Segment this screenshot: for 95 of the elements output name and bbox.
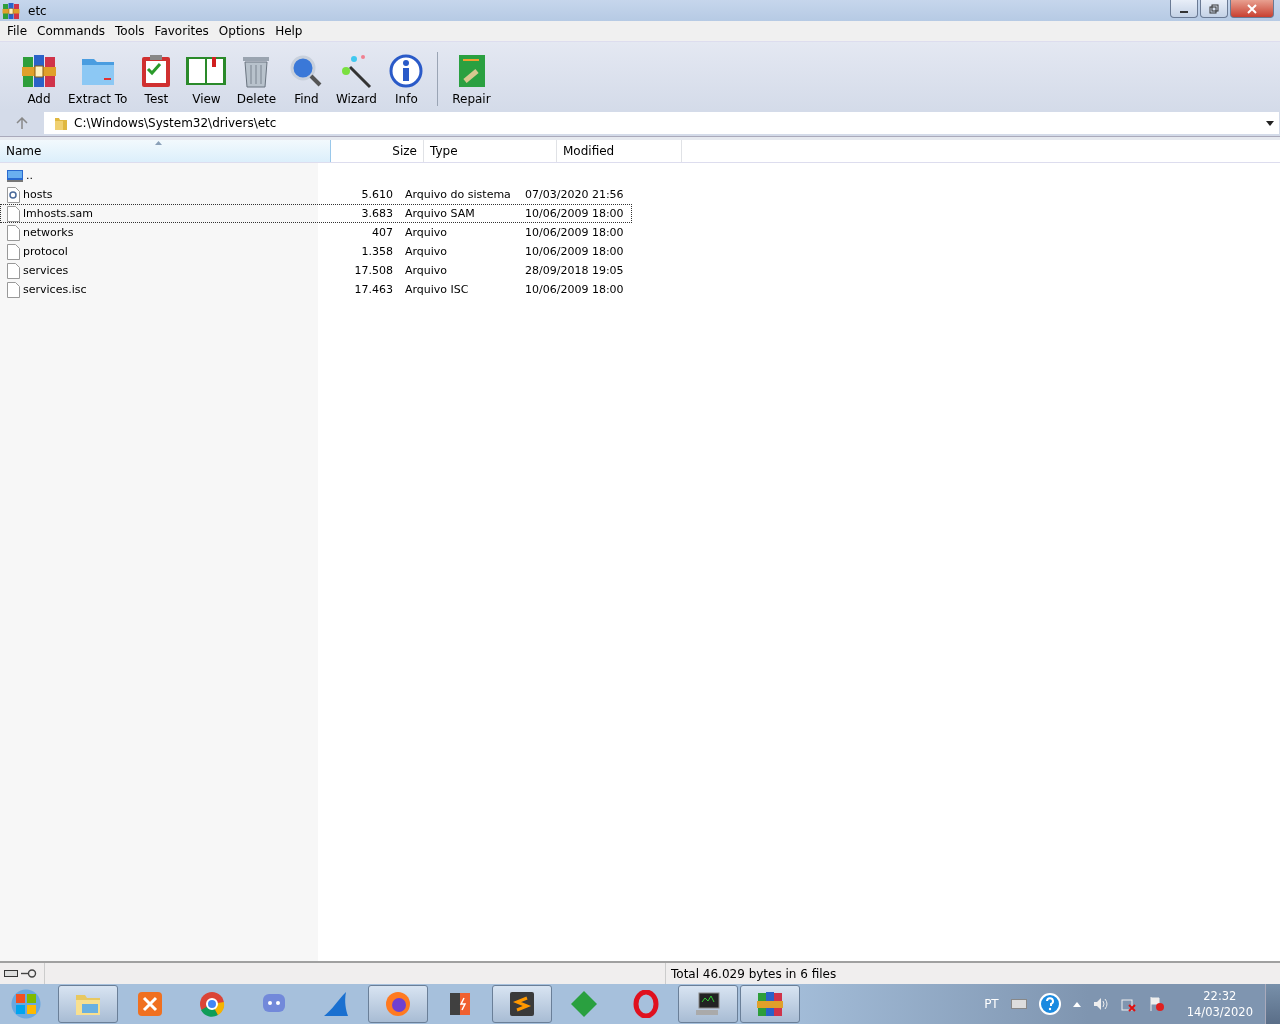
blank-document-icon <box>7 205 20 222</box>
close-icon <box>1246 3 1258 14</box>
menu-item[interactable]: Commands <box>32 24 111 38</box>
file-type: Arquivo <box>405 226 448 239</box>
file-modified: 10/06/2009 18:00 <box>525 245 624 258</box>
speaker-icon[interactable] <box>1092 997 1109 1011</box>
toolbar-button[interactable]: Delete <box>231 52 282 106</box>
file-type: Arquivo SAM <box>405 207 475 220</box>
menu-item[interactable]: File <box>2 24 33 38</box>
address-field[interactable]: C:\Windows\System32\drivers\etc <box>44 112 1279 134</box>
file-size: 17.508 <box>354 264 393 277</box>
sort-arrow-icon <box>155 141 162 145</box>
file-row[interactable]: networks 407 Arquivo 10/06/2009 18:00 <box>0 223 632 242</box>
file-row[interactable]: hosts 5.610 Arquivo do sistema 07/03/2020 21:56 <box>0 185 632 204</box>
blank-document-icon <box>7 262 20 279</box>
flag-error-icon[interactable] <box>1148 996 1165 1012</box>
toolbar-button[interactable]: Test <box>131 52 182 106</box>
toolbar-button[interactable]: Add <box>14 52 64 106</box>
file-name: lmhosts.sam <box>23 207 93 220</box>
file-row[interactable]: .. <box>0 166 632 185</box>
close-button[interactable] <box>1230 0 1274 18</box>
browser-icon <box>198 990 226 1018</box>
file-size: 407 <box>372 226 393 239</box>
blank-document-icon <box>7 281 20 298</box>
toolbar-button[interactable]: Wizard <box>331 52 382 106</box>
restore-button[interactable] <box>1200 0 1228 18</box>
file-row[interactable]: services 17.508 Arquivo 28/09/2018 19:05 <box>0 261 632 280</box>
file-type: Arquivo ISC <box>405 283 469 296</box>
column-header[interactable]: Type <box>424 140 557 162</box>
file-name: services.isc <box>23 283 87 296</box>
column-header[interactable]: Name <box>0 140 331 162</box>
window-title: etc <box>28 3 47 18</box>
file-name: hosts <box>23 188 53 201</box>
info-icon <box>388 52 425 90</box>
monitor-icon <box>694 990 722 1018</box>
network-error-icon[interactable] <box>1120 996 1137 1012</box>
file-modified: 28/09/2018 19:05 <box>525 264 624 277</box>
windows-logo-icon <box>13 991 39 1017</box>
drive-icon <box>4 970 18 977</box>
monitor-folder-icon <box>7 168 23 183</box>
restore-icon <box>1209 3 1219 14</box>
menu-item[interactable]: Help <box>270 24 308 38</box>
toolbar-button[interactable]: Repair <box>446 52 497 106</box>
file-name: .. <box>26 169 33 182</box>
blank-document-icon <box>7 243 20 260</box>
file-name: networks <box>23 226 74 239</box>
caret-up-icon[interactable] <box>1072 1001 1081 1007</box>
app-logo-icon <box>136 990 164 1018</box>
toolbar-button[interactable]: View <box>181 52 232 106</box>
file-row[interactable]: protocol 1.358 Arquivo 10/06/2009 18:00 <box>0 242 632 261</box>
books-archive-icon <box>2 1 20 20</box>
file-modified: 10/06/2009 18:00 <box>525 226 624 239</box>
file-row[interactable]: lmhosts.sam 3.683 Arquivo SAM 10/06/2009 18:00 <box>0 204 632 223</box>
file-type: Arquivo do sistema <box>405 188 511 201</box>
menu-item[interactable]: Options <box>213 24 271 38</box>
diamond-icon <box>570 990 598 1018</box>
editor-logo-icon <box>508 990 536 1018</box>
file-name: protocol <box>23 245 68 258</box>
file-modified: 07/03/2020 21:56 <box>525 188 624 201</box>
file-size: 5.610 <box>361 188 393 201</box>
column-header[interactable]: Modified <box>557 140 682 162</box>
time-text: 22:32 <box>1203 988 1237 1004</box>
minimize-button[interactable] <box>1170 0 1198 18</box>
ring-logo-icon <box>632 990 660 1018</box>
file-size: 3.683 <box>361 207 393 220</box>
file-size: 17.463 <box>354 283 393 296</box>
keyboard-icon[interactable] <box>1010 999 1027 1009</box>
file-row[interactable]: services.isc 17.463 Arquivo ISC 10/06/2009 18:00 <box>0 280 632 299</box>
file-type: Arquivo <box>405 264 448 277</box>
toolbar-button[interactable]: Info <box>381 52 432 106</box>
file-type: Arquivo <box>405 245 448 258</box>
dropdown-arrow-icon <box>1266 120 1274 126</box>
toolbar-button[interactable]: Extract To <box>64 52 132 106</box>
help-icon[interactable] <box>1038 993 1061 1015</box>
column-header[interactable]: Size <box>331 140 424 162</box>
up-arrow-icon <box>16 117 28 129</box>
minimize-icon <box>1180 10 1188 13</box>
show-desktop-button[interactable] <box>1265 984 1280 1024</box>
file-modified: 10/06/2009 18:00 <box>525 207 624 220</box>
date-text: 14/03/2020 <box>1186 1004 1253 1020</box>
folder-icon <box>54 115 68 131</box>
books-archive-icon <box>756 990 784 1018</box>
toolbar-button[interactable]: Find <box>281 52 332 106</box>
file-modified: 10/06/2009 18:00 <box>525 283 624 296</box>
menu-item[interactable]: Favorites <box>149 24 214 38</box>
file-size: 1.358 <box>361 245 393 258</box>
taskbar-app-button[interactable] <box>492 985 552 1023</box>
key-icon <box>21 969 37 978</box>
file-name: services <box>23 264 69 277</box>
shark-fin-icon <box>322 990 350 1018</box>
taskbar-app-button[interactable] <box>678 985 738 1023</box>
address-input[interactable]: C:\Windows\System32\drivers\etc <box>74 116 1261 130</box>
menu-item[interactable]: Tools <box>110 24 150 38</box>
books-archive-icon <box>21 52 57 90</box>
blank-document-icon <box>7 224 20 241</box>
